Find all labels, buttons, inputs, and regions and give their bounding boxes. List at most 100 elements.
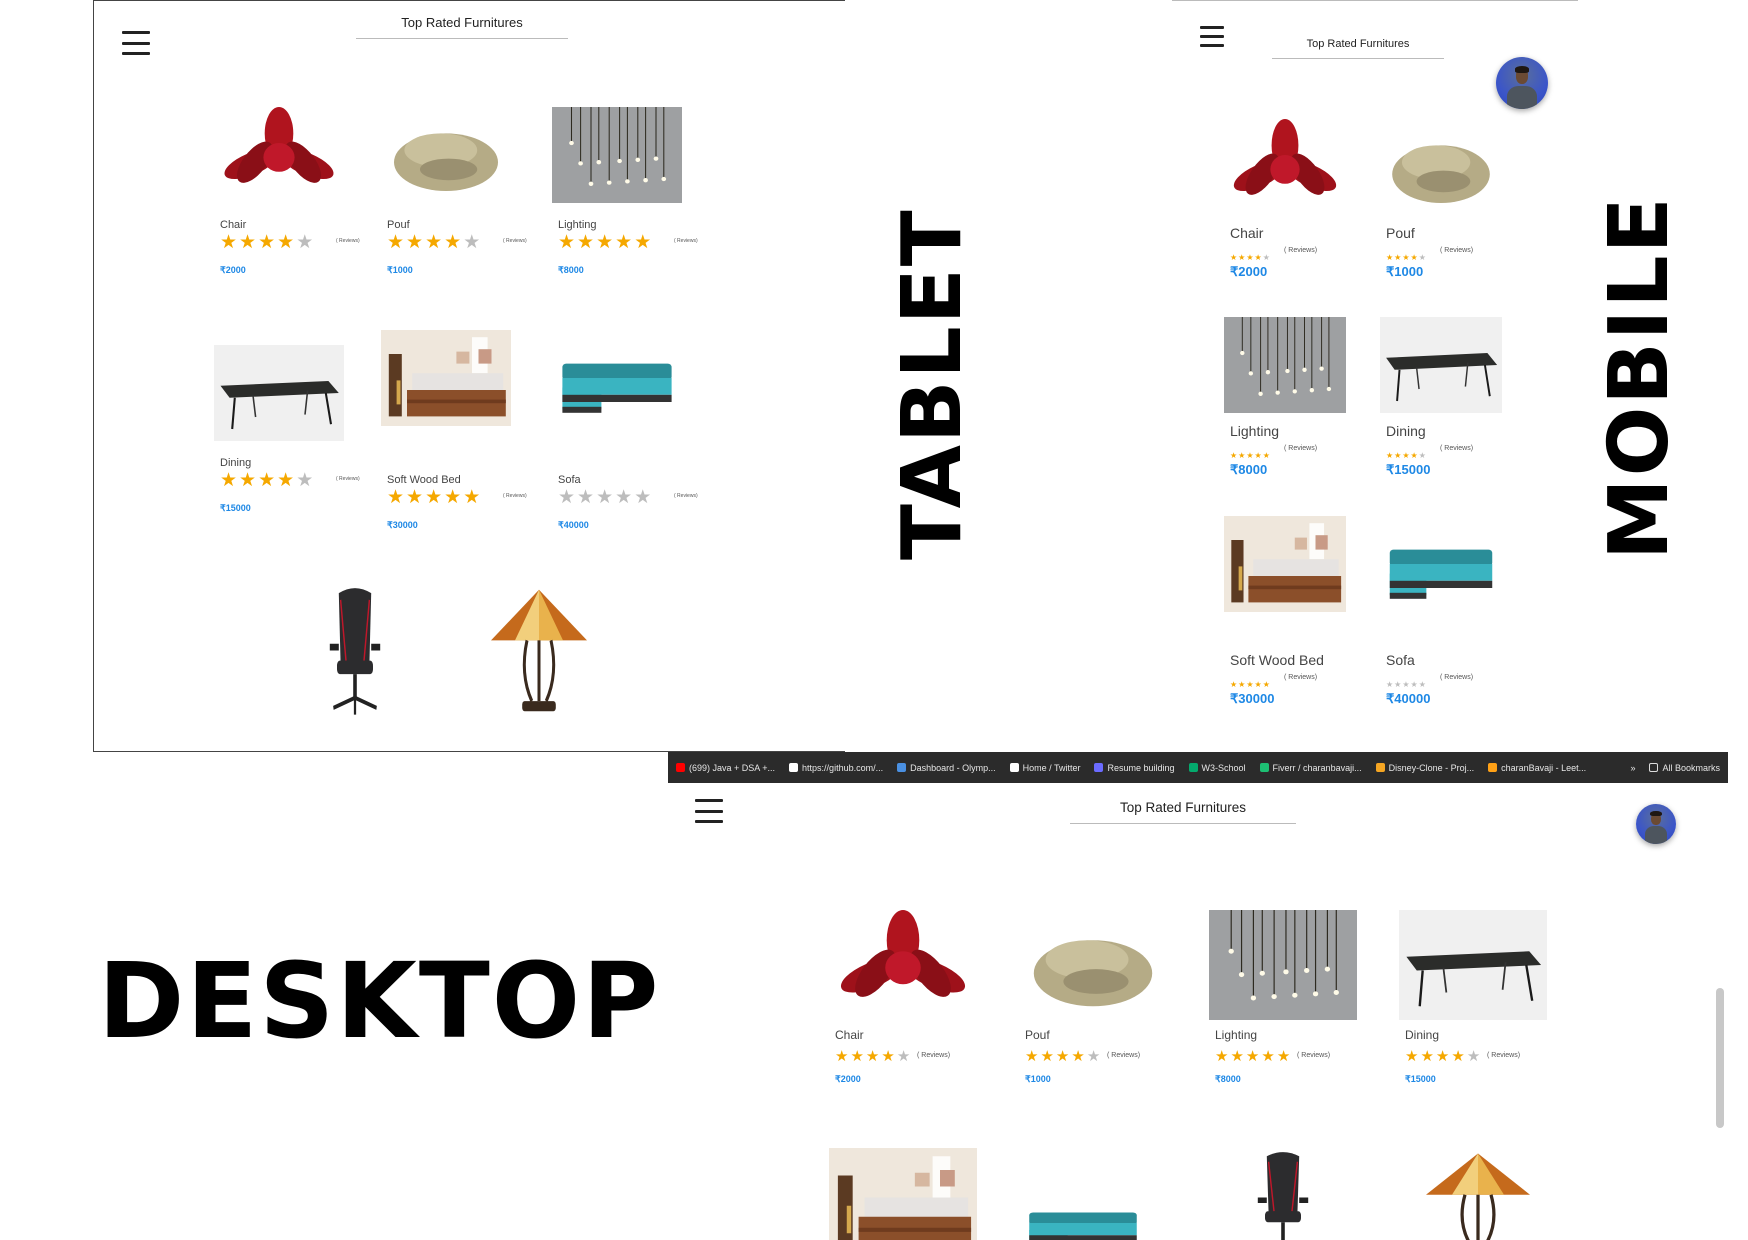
product-card[interactable]: Pouf★★★★★( Reviews)₹1000 — [381, 107, 531, 287]
product-name: Lighting — [558, 219, 597, 231]
bookmark-item[interactable]: Dashboard - Olymp... — [897, 763, 996, 773]
sofa-image[interactable] — [1019, 1188, 1147, 1240]
star-empty-icon: ★ — [296, 470, 314, 491]
bookmarks-bar: (699) Java + DSA +... https://github.com/… — [668, 752, 1728, 783]
menu-icon[interactable] — [695, 799, 723, 823]
all-bookmarks-button[interactable]: All Bookmarks — [1649, 763, 1720, 773]
star-filled-icon: ★ — [258, 232, 276, 253]
bookmark-item[interactable]: https://github.com/... — [789, 763, 883, 773]
pendant-lights-image[interactable] — [552, 107, 682, 203]
gaming-chair-image[interactable] — [310, 583, 400, 718]
product-name: Dining — [1386, 423, 1426, 439]
user-avatar[interactable] — [1636, 804, 1676, 844]
product-card[interactable]: Soft Wood Bed★★★★★( Reviews)₹30000 — [1224, 516, 1369, 706]
product-card[interactable]: Lighting★★★★★( Reviews)₹8000 — [1209, 910, 1374, 1110]
pouf-image[interactable] — [1380, 119, 1502, 215]
review-count: ( Reviews) — [1284, 247, 1318, 254]
review-count: ( Reviews) — [1487, 1052, 1521, 1059]
tiffany-lamp-image[interactable] — [479, 583, 599, 718]
product-card[interactable] — [1238, 1148, 1328, 1240]
tiffany-lamp-image[interactable] — [1413, 1148, 1543, 1240]
star-empty-icon: ★ — [1418, 680, 1426, 689]
dining-table-image[interactable] — [214, 345, 344, 441]
flower-chair-image[interactable] — [214, 107, 344, 203]
menu-icon[interactable] — [122, 31, 150, 55]
product-card[interactable] — [829, 1148, 977, 1240]
star-filled-icon: ★ — [1230, 253, 1238, 262]
star-filled-icon: ★ — [1055, 1048, 1070, 1065]
star-filled-icon: ★ — [596, 232, 614, 253]
bookmark-item[interactable]: (699) Java + DSA +... — [676, 763, 775, 773]
flower-chair-image[interactable] — [829, 910, 977, 1020]
sofa-image[interactable] — [552, 330, 682, 426]
star-filled-icon: ★ — [406, 487, 424, 508]
star-filled-icon: ★ — [406, 232, 424, 253]
sofa-image[interactable] — [1380, 516, 1502, 612]
bookmark-label: Dashboard - Olymp... — [910, 762, 996, 773]
bed-image[interactable] — [829, 1148, 977, 1240]
star-empty-icon: ★ — [558, 487, 576, 508]
product-price: ₹1000 — [387, 265, 413, 275]
star-rating: ★★★★★ — [1386, 445, 1427, 463]
user-avatar[interactable] — [1496, 57, 1548, 109]
star-filled-icon: ★ — [1230, 451, 1238, 460]
product-card[interactable] — [1019, 1188, 1147, 1240]
bookmark-favicon-icon — [789, 763, 799, 772]
product-price: ₹8000 — [558, 265, 584, 275]
product-card[interactable]: Pouf★★★★★( Reviews)₹1000 — [1380, 119, 1525, 299]
bookmark-label: https://github.com/... — [802, 762, 884, 773]
pouf-image[interactable] — [381, 107, 511, 203]
product-card[interactable]: Dining★★★★★( Reviews)₹15000 — [1399, 910, 1564, 1110]
bookmark-label: Home / Twitter — [1022, 762, 1081, 773]
bookmark-item[interactable]: Resume building — [1094, 763, 1175, 773]
flower-chair-image[interactable] — [1224, 119, 1346, 215]
bookmark-label: charanBavaji - Leet... — [1501, 762, 1587, 773]
product-card[interactable]: Sofa★★★★★( Reviews)₹40000 — [552, 330, 702, 530]
star-filled-icon: ★ — [1246, 680, 1254, 689]
page-title: Top Rated Furnitures — [356, 15, 568, 39]
bookmarks-overflow-button[interactable]: » — [1630, 763, 1635, 773]
star-filled-icon: ★ — [1040, 1048, 1054, 1065]
product-card[interactable]: Sofa★★★★★( Reviews)₹40000 — [1380, 516, 1525, 706]
product-card[interactable]: Lighting★★★★★( Reviews)₹8000 — [1224, 317, 1369, 497]
pouf-image[interactable] — [1019, 910, 1167, 1020]
bookmark-item[interactable]: Disney-Clone - Proj... — [1375, 763, 1474, 773]
product-card[interactable]: Chair★★★★★( Reviews)₹2000 — [829, 910, 994, 1110]
product-card[interactable]: Chair★★★★★( Reviews)₹2000 — [1224, 119, 1369, 299]
gaming-chair-image[interactable] — [1238, 1148, 1328, 1240]
product-price: ₹2000 — [1230, 264, 1268, 279]
menu-icon[interactable] — [1200, 26, 1224, 47]
star-filled-icon: ★ — [1386, 451, 1394, 460]
product-card[interactable]: Dining★★★★★( Reviews)₹15000 — [1380, 317, 1525, 497]
bookmark-item[interactable]: Home / Twitter — [1009, 762, 1081, 773]
product-card[interactable]: Pouf★★★★★( Reviews)₹1000 — [1019, 910, 1184, 1110]
star-filled-icon: ★ — [258, 470, 276, 491]
bed-image[interactable] — [381, 330, 511, 426]
product-card[interactable]: Lighting★★★★★( Reviews)₹8000 — [552, 107, 702, 287]
dining-table-image[interactable] — [1380, 317, 1502, 413]
product-card[interactable] — [479, 583, 599, 718]
star-filled-icon: ★ — [1261, 1048, 1275, 1065]
star-empty-icon: ★ — [1410, 680, 1418, 689]
scrollbar[interactable] — [1716, 988, 1724, 1128]
pendant-lights-image[interactable] — [1224, 317, 1346, 413]
star-empty-icon: ★ — [596, 487, 614, 508]
review-count: ( Reviews) — [503, 238, 527, 244]
bookmark-item[interactable]: W3-School — [1188, 763, 1246, 773]
star-filled-icon: ★ — [615, 232, 633, 253]
product-card[interactable] — [1413, 1148, 1543, 1240]
bookmark-item[interactable]: charanBavaji - Leet... — [1488, 763, 1586, 773]
dining-table-image[interactable] — [1399, 910, 1547, 1020]
product-card[interactable]: Dining★★★★★( Reviews)₹15000 — [214, 345, 364, 525]
product-card[interactable]: Soft Wood Bed★★★★★( Reviews)₹30000 — [381, 330, 531, 530]
product-card[interactable]: Chair★★★★★( Reviews)₹2000 — [214, 107, 364, 287]
product-card[interactable] — [310, 583, 400, 718]
bed-image[interactable] — [1224, 516, 1346, 612]
star-filled-icon: ★ — [1262, 451, 1270, 460]
bookmark-item[interactable]: Fiverr / charanbavaji... — [1259, 763, 1362, 773]
star-empty-icon: ★ — [1402, 680, 1410, 689]
star-empty-icon: ★ — [296, 232, 314, 253]
pendant-lights-image[interactable] — [1209, 910, 1357, 1020]
star-filled-icon: ★ — [239, 232, 257, 253]
star-empty-icon: ★ — [1086, 1048, 1101, 1065]
